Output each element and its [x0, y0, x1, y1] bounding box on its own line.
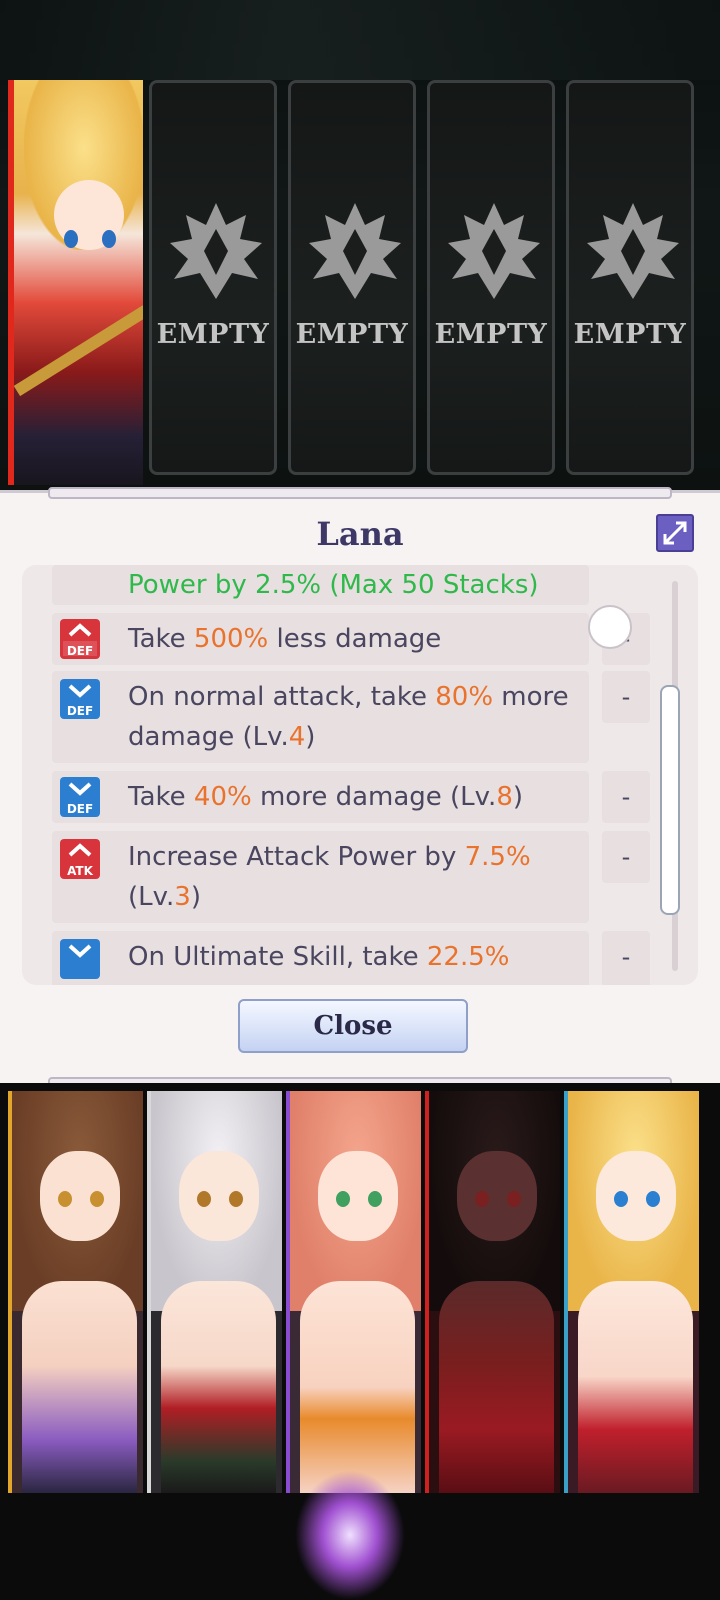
buff-row: On Ultimate Skill, take 22.5% more [52, 931, 589, 985]
roster-character-card-5[interactable] [564, 1091, 699, 1493]
buff-description: Increase Attack Power by 7.5% (Lv.3) [128, 837, 583, 917]
svg-text:DEF: DEF [67, 802, 93, 816]
buff-text-part: On normal attack, take [128, 682, 436, 712]
buff-description: Power by 2.5% (Max 50 Stacks) [128, 565, 583, 605]
selection-glow [295, 1470, 405, 1600]
buff-row: ATK Increase Attack Power by 7.5% (Lv.3) [52, 831, 589, 923]
empty-slot-label: EMPTY [434, 319, 548, 350]
buff-text-part: On Ultimate Skill, take [128, 942, 427, 972]
team-formation-area: EMPTY EMPTY EMPTY EMPTY [0, 0, 720, 490]
dialog-title: Lana [316, 515, 404, 553]
buff-row: DEF Take 500% less damage [52, 613, 589, 665]
leader-character-portrait[interactable] [8, 80, 143, 485]
svg-text:ATK: ATK [67, 864, 94, 878]
buff-value: 4 [288, 722, 306, 752]
buff-row: DEF On normal attack, take 80% more dama… [52, 671, 589, 763]
atk-up-icon: ATK [60, 839, 100, 879]
buff-value: 22.5% [426, 942, 510, 972]
expand-button[interactable] [656, 514, 694, 552]
team-slot-empty-3[interactable]: EMPTY [427, 80, 555, 475]
buff-description: Take 500% less damage [128, 619, 583, 659]
buff-description: On Ultimate Skill, take 22.5% more [128, 937, 583, 985]
close-button[interactable]: Close [238, 999, 468, 1053]
roster-character-card-2[interactable] [147, 1091, 282, 1493]
svg-text:DEF: DEF [67, 644, 93, 658]
buff-description: On normal attack, take 80% more damage (… [128, 677, 583, 757]
roster-character-card-4[interactable] [425, 1091, 560, 1493]
buff-value: 80% [435, 682, 494, 712]
buff-text-part: Increase Attack Power by [128, 842, 465, 872]
empty-slot-label: EMPTY [156, 319, 270, 350]
buff-value: 7.5% [464, 842, 531, 872]
team-slot-empty-4[interactable]: EMPTY [566, 80, 694, 475]
buff-info-dialog: Lana Power by 2.5% (Max 50 Stacks) DEF T… [0, 487, 720, 1089]
def-up-icon: DEF [60, 619, 100, 659]
buff-text-part: Take [128, 782, 194, 812]
empty-slot-emblem-icon [448, 203, 540, 299]
buff-row: Power by 2.5% (Max 50 Stacks) [52, 565, 589, 605]
buff-text-part: ) [512, 782, 524, 812]
buff-row: DEF Take 40% more damage (Lv.8) [52, 771, 589, 823]
def-down-icon: DEF [60, 679, 100, 719]
buff-text-part: Take [128, 624, 194, 654]
scrollbar-thumb[interactable] [660, 685, 680, 915]
buff-text-part: ) [305, 722, 316, 752]
buff-list[interactable]: Power by 2.5% (Max 50 Stacks) DEF Take 5… [22, 565, 698, 985]
buff-duration: - [602, 671, 650, 723]
buff-value: 8 [496, 782, 513, 812]
def-down-icon: DEF [60, 777, 100, 817]
buff-value: 3 [174, 882, 191, 912]
buff-value: 500% [193, 624, 269, 654]
buff-text-part: ) [190, 882, 201, 912]
expand-arrows-icon [663, 521, 687, 545]
empty-slot-emblem-icon [309, 203, 401, 299]
buff-duration: - [602, 831, 650, 883]
buff-duration: - [602, 771, 650, 823]
buff-duration: - [602, 931, 650, 985]
svg-text:DEF: DEF [67, 704, 93, 718]
buff-text-part: Power by 2.5% (Max 50 Stacks) [128, 570, 539, 600]
empty-slot-label: EMPTY [295, 319, 409, 350]
buff-value: 40% [193, 782, 252, 812]
buff-description: Take 40% more damage (Lv.8) [128, 777, 583, 817]
roster-character-card-3[interactable] [286, 1091, 421, 1493]
scroll-indicator [588, 605, 632, 649]
team-slot-empty-2[interactable]: EMPTY [288, 80, 416, 475]
def-down-icon [60, 939, 100, 979]
buff-text-part: (Lv. [128, 882, 175, 912]
roster-character-card-1[interactable] [8, 1091, 143, 1493]
buff-text-part: more [128, 982, 195, 985]
empty-slot-emblem-icon [587, 203, 679, 299]
buff-text-part: less damage [268, 624, 442, 654]
buff-text-part: more damage (Lv. [251, 782, 497, 812]
empty-slot-emblem-icon [170, 203, 262, 299]
empty-slot-label: EMPTY [573, 319, 687, 350]
team-slot-empty-1[interactable]: EMPTY [149, 80, 277, 475]
